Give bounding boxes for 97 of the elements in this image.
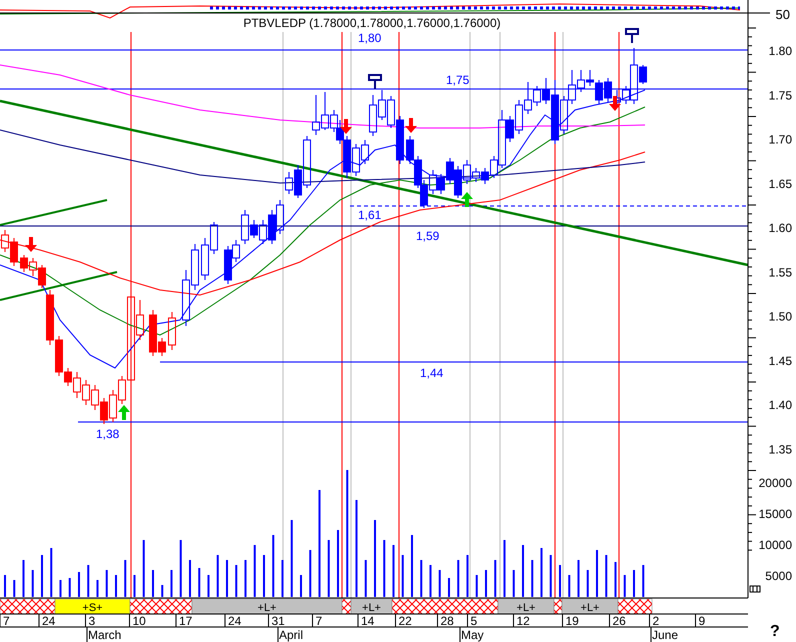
volume-bar bbox=[87, 565, 90, 597]
signal-segment: +L+ bbox=[350, 598, 392, 614]
up-arrow-icon bbox=[118, 405, 130, 420]
help-mark[interactable]: ? bbox=[770, 623, 780, 640]
month-label: March bbox=[88, 628, 122, 642]
price-axis-label: 1.45 bbox=[768, 354, 792, 368]
volume-axis-label: 10000 bbox=[758, 538, 792, 552]
date-label: 26 bbox=[612, 614, 626, 628]
volume-bar bbox=[68, 578, 71, 597]
volume-bar bbox=[309, 550, 312, 597]
volume-bar bbox=[13, 580, 16, 597]
volume-bar bbox=[624, 575, 626, 597]
volume-bar bbox=[235, 565, 238, 597]
date-label: 5 bbox=[470, 614, 478, 628]
volume-bar bbox=[161, 585, 164, 597]
price-axis-label: 1.70 bbox=[768, 132, 792, 146]
price-axis-label: 1.40 bbox=[768, 398, 792, 412]
signal-segment bbox=[342, 598, 352, 614]
volume-bar bbox=[254, 545, 256, 597]
price-level-label: 1,75 bbox=[446, 73, 470, 87]
volume-bar bbox=[402, 555, 404, 597]
volume-bar bbox=[476, 575, 478, 597]
volume-bar bbox=[457, 560, 460, 597]
date-label: 14 bbox=[361, 614, 374, 628]
volume-bar bbox=[198, 568, 200, 597]
date-label: 2 bbox=[652, 614, 660, 628]
volume-bar bbox=[106, 570, 108, 597]
flag-icon bbox=[368, 74, 382, 89]
volume-bar bbox=[568, 575, 570, 597]
price-axis-label: 1.60 bbox=[768, 221, 792, 235]
price-level-label: 1,59 bbox=[416, 229, 440, 243]
price-axis-label: 1.80 bbox=[768, 44, 792, 58]
signal-segment: +L+ bbox=[562, 598, 618, 614]
date-label: 12 bbox=[516, 614, 530, 628]
signal-segment bbox=[130, 598, 192, 614]
date-label: 3 bbox=[88, 614, 96, 628]
volume-bar bbox=[494, 560, 496, 597]
date-label: 10 bbox=[132, 614, 146, 628]
up-arrow-icon bbox=[461, 192, 473, 207]
volume-bar bbox=[531, 560, 534, 597]
month-label: April bbox=[279, 628, 304, 642]
date-label: 17 bbox=[179, 614, 192, 628]
volume-axis-label: 15000 bbox=[758, 507, 792, 521]
date-label: 22 bbox=[398, 614, 412, 628]
price-axis-label: 1.75 bbox=[768, 88, 792, 102]
price-axis-label: 1.50 bbox=[768, 310, 792, 324]
signal-segment: +L+ bbox=[498, 598, 554, 614]
panel-scale-label: 50 bbox=[776, 7, 790, 22]
volume-bar bbox=[512, 570, 515, 597]
down-arrow-icon bbox=[405, 118, 417, 133]
signal-segment bbox=[554, 598, 562, 614]
signal-segment: +S+ bbox=[54, 598, 130, 614]
volume-bar bbox=[364, 560, 367, 597]
volume-bar bbox=[32, 570, 34, 597]
volume-bar bbox=[586, 570, 589, 597]
volume-axis-label: 20000 bbox=[758, 476, 792, 490]
price-axis-label: 1.55 bbox=[768, 265, 792, 280]
date-label: 24 bbox=[42, 614, 56, 628]
volume-bar bbox=[438, 570, 441, 597]
volume-bar bbox=[605, 555, 608, 597]
volume-bar bbox=[642, 565, 644, 597]
volume-axis-label: 5000 bbox=[765, 569, 792, 583]
date-label: 24 bbox=[228, 614, 242, 628]
price-axis-label: 1.65 bbox=[768, 176, 792, 191]
price-level-label: 1,44 bbox=[420, 366, 444, 380]
down-arrow-icon bbox=[25, 237, 37, 252]
scale-icon bbox=[750, 586, 760, 592]
volume-bar bbox=[383, 540, 386, 597]
date-label: 28 bbox=[440, 614, 454, 628]
signal-segment: +L+ bbox=[192, 598, 342, 614]
volume-bar bbox=[272, 535, 274, 597]
signal-segment bbox=[618, 598, 652, 614]
date-label: 7 bbox=[3, 614, 10, 628]
volume-bar bbox=[328, 540, 330, 597]
signal-segment bbox=[0, 598, 56, 614]
date-label: 31 bbox=[272, 614, 285, 628]
volume-bar bbox=[50, 548, 52, 597]
price-level-label: 1,80 bbox=[358, 31, 382, 45]
date-label: 7 bbox=[316, 614, 322, 628]
price-axis-label: 1.35 bbox=[768, 442, 792, 456]
volume-bar bbox=[180, 540, 182, 597]
chart-title: PTBVLEDP (1.78000,1.78000,1.76000,1.76000) bbox=[243, 16, 501, 30]
down-arrow-icon bbox=[340, 119, 352, 134]
date-label: 9 bbox=[698, 614, 706, 628]
flag-icon bbox=[625, 28, 639, 43]
month-label: June bbox=[652, 628, 678, 642]
volume-bar bbox=[550, 555, 552, 597]
volume-bar bbox=[216, 555, 219, 597]
date-label: 19 bbox=[566, 614, 579, 628]
down-arrow-icon bbox=[609, 96, 621, 111]
price-level-label: 1,61 bbox=[358, 208, 382, 222]
candle bbox=[168, 312, 176, 350]
volume-bar bbox=[142, 540, 145, 597]
month-label: May bbox=[461, 628, 484, 642]
volume-bar bbox=[420, 560, 422, 597]
price-level-label: 1,38 bbox=[96, 427, 120, 441]
volume-bar bbox=[124, 560, 126, 597]
